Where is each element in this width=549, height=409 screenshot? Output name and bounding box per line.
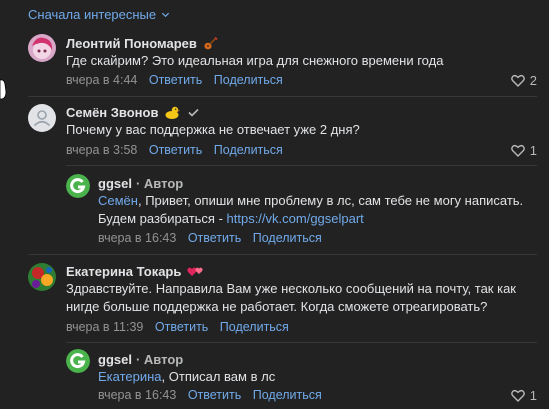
reply-divider	[66, 165, 537, 166]
reply-button[interactable]: Ответить	[188, 388, 241, 402]
heart-icon	[510, 389, 525, 402]
comment-time[interactable]: вчера в 4:44	[66, 73, 137, 87]
comment-text: Здравствуйте. Направила Вам уже нескольк…	[66, 281, 516, 314]
author-badge: · Автор	[135, 176, 184, 191]
reply-text: Екатерина, Отписал вам в лс	[98, 369, 276, 384]
sort-dropdown[interactable]: Сначала интересные	[28, 7, 170, 22]
chevron-down-icon	[162, 12, 170, 18]
guitar-icon	[203, 36, 218, 51]
like-button[interactable]: 1	[510, 388, 537, 403]
heart-icon	[510, 74, 525, 87]
reply-author[interactable]: ggsel · Автор	[98, 176, 183, 191]
comment-author[interactable]: Семён Звонов	[66, 105, 200, 120]
comment-time[interactable]: вчера в 11:39	[66, 320, 143, 334]
duck-icon	[164, 105, 181, 120]
avatar[interactable]	[28, 104, 56, 132]
share-button[interactable]: Поделиться	[253, 388, 322, 402]
reply-time[interactable]: вчера в 16:43	[98, 231, 176, 245]
ggsel-avatar[interactable]	[66, 174, 90, 198]
mention-link[interactable]: Семён	[98, 193, 138, 208]
sort-label: Сначала интересные	[28, 7, 157, 22]
comment-author[interactable]: Леонтий Пономарев	[66, 36, 218, 51]
reply-meta: вчера в 16:43 Ответить Поделиться	[98, 388, 322, 402]
share-button[interactable]: Поделиться	[214, 143, 283, 157]
share-button[interactable]: Поделиться	[220, 320, 289, 334]
like-button[interactable]: 1	[510, 143, 537, 158]
comment-meta: вчера в 3:58 Ответить Поделиться	[66, 143, 283, 157]
comment-time[interactable]: вчера в 3:58	[66, 143, 137, 157]
heart-icon	[510, 144, 525, 157]
comment-text: Где скайрим? Это идеальная игра для снеж…	[66, 53, 444, 68]
avatar[interactable]	[28, 34, 56, 62]
user-placeholder-icon	[33, 110, 51, 127]
reply-text: Семён, Привет, опиши мне проблему в лс, …	[98, 193, 524, 226]
comment-meta: вчера в 4:44 Ответить Поделиться	[66, 73, 283, 87]
reply-button[interactable]: Ответить	[155, 320, 208, 334]
comment-divider	[28, 254, 537, 255]
comment-author[interactable]: Екатерина Токарь	[66, 264, 204, 279]
reply-divider	[66, 342, 537, 343]
like-button[interactable]: 2	[510, 73, 537, 88]
reply-button[interactable]: Ответить	[149, 143, 202, 157]
comment-divider	[28, 96, 537, 97]
share-button[interactable]: Поделиться	[253, 231, 322, 245]
url-link[interactable]: https://vk.com/ggselpart	[227, 211, 364, 226]
comment-text: Почему у вас поддержка не отвечает уже 2…	[66, 122, 360, 137]
reply-author[interactable]: ggsel · Автор	[98, 352, 183, 367]
hearts-icon	[187, 266, 204, 277]
reply-meta: вчера в 16:43 Ответить Поделиться	[98, 231, 322, 245]
reply-time[interactable]: вчера в 16:43	[98, 388, 176, 402]
mention-link[interactable]: Екатерина	[98, 369, 162, 384]
like-count: 2	[529, 73, 537, 88]
like-count: 1	[529, 143, 537, 158]
share-button[interactable]: Поделиться	[214, 73, 283, 87]
author-badge: · Автор	[135, 352, 184, 367]
like-count: 1	[529, 388, 537, 403]
reply-button[interactable]: Ответить	[149, 73, 202, 87]
avatar[interactable]	[28, 263, 56, 291]
hand-cursor-icon	[0, 79, 7, 100]
comment-meta: вчера в 11:39 Ответить Поделиться	[66, 320, 289, 334]
reply-button[interactable]: Ответить	[188, 231, 241, 245]
verified-check-icon	[188, 108, 200, 117]
ggsel-avatar[interactable]	[66, 349, 90, 373]
